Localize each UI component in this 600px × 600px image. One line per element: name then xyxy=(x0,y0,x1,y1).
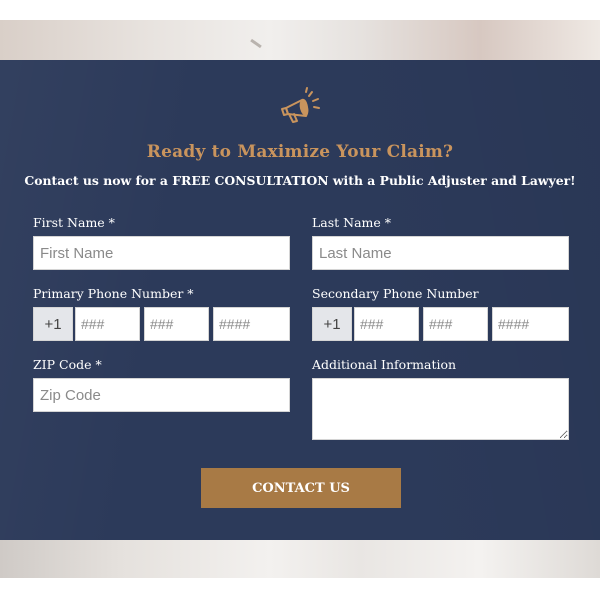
zip-code-label: ZIP Code * xyxy=(33,357,102,372)
last-name-input[interactable] xyxy=(312,236,569,270)
additional-info-label: Additional Information xyxy=(312,357,457,372)
secondary-phone-exchange-input[interactable] xyxy=(423,307,488,341)
background-image-bottom xyxy=(0,540,600,578)
primary-phone-area-input[interactable] xyxy=(75,307,140,341)
contact-form-panel: Ready to Maximize Your Claim? Contact us… xyxy=(0,60,600,540)
form-headline: Ready to Maximize Your Claim? xyxy=(146,142,454,162)
secondary-phone-area-input[interactable] xyxy=(354,307,419,341)
primary-phone-label: Primary Phone Number * xyxy=(33,286,194,301)
form-subheadline: Contact us now for a FREE CONSULTATION w… xyxy=(24,173,576,188)
first-name-input[interactable] xyxy=(33,236,290,270)
additional-info-textarea[interactable] xyxy=(312,378,569,440)
last-name-label: Last Name * xyxy=(312,215,392,230)
contact-us-button[interactable]: CONTACT US xyxy=(201,468,401,508)
secondary-phone-line-input[interactable] xyxy=(492,307,569,341)
zip-code-input[interactable] xyxy=(33,378,290,412)
primary-phone-line-input[interactable] xyxy=(213,307,290,341)
first-name-label: First Name * xyxy=(33,215,115,230)
secondary-phone-label: Secondary Phone Number xyxy=(312,286,479,301)
primary-phone-country-code: +1 xyxy=(33,307,73,341)
background-image-top xyxy=(0,20,600,60)
megaphone-icon xyxy=(281,87,320,123)
secondary-phone-country-code: +1 xyxy=(312,307,352,341)
primary-phone-exchange-input[interactable] xyxy=(144,307,209,341)
